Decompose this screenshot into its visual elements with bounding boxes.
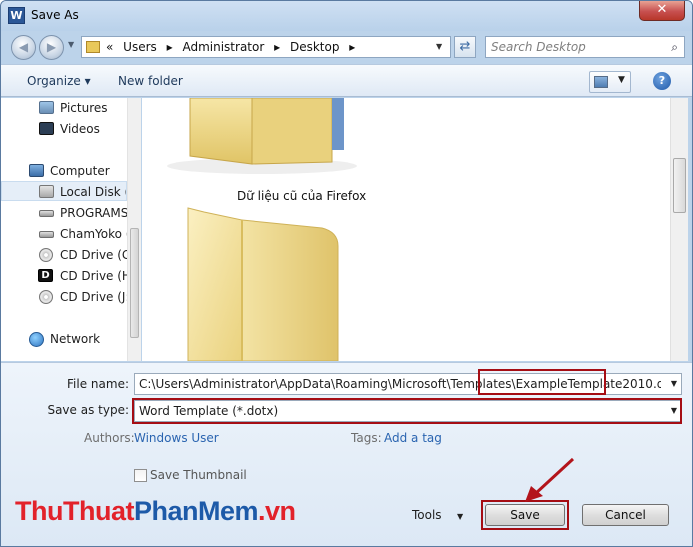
- breadcrumb-overflow[interactable]: «: [106, 40, 113, 54]
- sidebar-item-label: Computer: [50, 164, 110, 178]
- word-app-icon: W: [8, 7, 25, 24]
- chevron-down-icon[interactable]: ▼: [457, 512, 463, 521]
- breadcrumb-separator[interactable]: ▸: [349, 40, 355, 54]
- command-toolbar: Organize ▾ New folder ▼ ?: [1, 64, 692, 97]
- scrollbar-thumb[interactable]: [673, 158, 686, 213]
- filename-highlight-box: [478, 369, 606, 395]
- save-thumbnail-checkbox[interactable]: [134, 469, 147, 482]
- folder-icon: [86, 41, 100, 53]
- sidebar-item-chamyoko[interactable]: ChamYoko (: [1, 224, 127, 244]
- videos-icon: [39, 122, 54, 135]
- refresh-icon: ⇄: [459, 39, 471, 54]
- sidebar-item-label: CD Drive (H:: [60, 269, 127, 283]
- forward-button[interactable]: ▶: [39, 35, 64, 60]
- sidebar-item-local-disk[interactable]: Local Disk (C: [1, 181, 127, 201]
- breadcrumb-separator[interactable]: ▸: [274, 40, 280, 54]
- cd-drive-icon: [39, 248, 53, 262]
- breadcrumb-item-desktop[interactable]: Desktop: [290, 40, 340, 54]
- sidebar-item-label: Pictures: [60, 101, 108, 115]
- save-as-dialog: W Save As ✕ ◀ ▶ ▼ « Users ▸ Administrato…: [0, 0, 693, 547]
- file-list: Dữ liệu cũ của Firefox: [142, 98, 670, 361]
- sidebar-scrollbar[interactable]: [127, 98, 141, 361]
- sidebar-item-label: Videos: [60, 122, 100, 136]
- forward-arrow-icon: ▶: [46, 40, 57, 54]
- sidebar-item-programs[interactable]: PROGRAMS: [1, 203, 127, 223]
- list-item[interactable]: Dữ liệu cũ của Firefox: [142, 98, 382, 203]
- folder-label: Dữ liệu cũ của Firefox: [237, 189, 367, 203]
- chevron-down-icon[interactable]: ▼: [618, 75, 625, 85]
- tags-field[interactable]: Add a tag: [384, 431, 442, 445]
- sidebar-item-cd-drive-j[interactable]: CD Drive (J:): [1, 287, 127, 307]
- save-thumbnail-label[interactable]: Save Thumbnail: [150, 468, 247, 482]
- sidebar-item-cd-drive-g[interactable]: CD Drive (G:: [1, 245, 127, 265]
- folder-icon: [167, 98, 357, 174]
- help-icon[interactable]: ?: [653, 72, 671, 90]
- authors-label: Authors:: [84, 431, 135, 445]
- sidebar-item-cd-drive-h[interactable]: D CD Drive (H:: [1, 266, 127, 286]
- sidebar-item-label: CD Drive (G:: [60, 248, 127, 262]
- organize-button[interactable]: Organize ▾: [27, 74, 91, 88]
- authors-field[interactable]: Windows User: [134, 431, 219, 445]
- view-icon: [594, 76, 608, 88]
- back-button[interactable]: ◀: [11, 35, 36, 60]
- network-icon: [29, 332, 44, 347]
- watermark-logo: ThuThuatPhanMem.vn: [15, 496, 296, 526]
- sidebar-item-videos[interactable]: Videos: [1, 119, 127, 139]
- chevron-down-icon[interactable]: ▼: [671, 379, 677, 388]
- sidebar-item-label: CD Drive (J:): [60, 290, 127, 304]
- navigation-pane: Pictures Videos Computer Local Disk (C P…: [1, 98, 141, 361]
- scrollbar-thumb[interactable]: [130, 228, 139, 338]
- sidebar-item-computer[interactable]: Computer: [1, 161, 127, 181]
- navigation-bar: ◀ ▶ ▼ « Users ▸ Administrator ▸ Desktop …: [1, 31, 692, 63]
- search-box: ⌕: [485, 36, 685, 58]
- change-view-button[interactable]: ▼: [589, 71, 631, 93]
- search-icon[interactable]: ⌕: [671, 40, 678, 55]
- type-highlight-box: [132, 398, 682, 424]
- window-title: Save As: [31, 8, 79, 22]
- sidebar-item-label: Network: [50, 332, 101, 346]
- breadcrumb-item-users[interactable]: Users: [123, 40, 157, 54]
- breadcrumb: « Users ▸ Administrator ▸ Desktop ▸: [106, 40, 361, 54]
- cd-drive-icon: [39, 290, 53, 304]
- save-highlight-box: [481, 500, 569, 530]
- drive-icon: [39, 231, 54, 238]
- back-arrow-icon: ◀: [18, 40, 29, 54]
- address-bar[interactable]: « Users ▸ Administrator ▸ Desktop ▸ ▼: [81, 36, 451, 58]
- sidebar-item-label: Local Disk (C: [60, 185, 126, 199]
- cd-drive-icon: D: [38, 269, 53, 282]
- pictures-icon: [39, 101, 54, 114]
- search-input[interactable]: [486, 37, 656, 57]
- tools-menu-button[interactable]: Tools: [412, 508, 442, 522]
- title-bar: W Save As ✕: [1, 1, 692, 31]
- local-disk-icon: [39, 185, 54, 198]
- address-dropdown-icon[interactable]: ▼: [436, 42, 442, 51]
- file-list-scrollbar[interactable]: [670, 98, 688, 361]
- breadcrumb-item-administrator[interactable]: Administrator: [182, 40, 264, 54]
- breadcrumb-separator[interactable]: ▸: [167, 40, 173, 54]
- refresh-button[interactable]: ⇄: [454, 36, 476, 58]
- sidebar-item-label: ChamYoko (: [60, 227, 127, 241]
- computer-icon: [29, 164, 44, 177]
- drive-icon: [39, 210, 54, 217]
- recent-pages-chevron-icon[interactable]: ▼: [68, 40, 74, 49]
- sidebar-item-pictures[interactable]: Pictures: [1, 98, 127, 118]
- cancel-button[interactable]: Cancel: [582, 504, 669, 526]
- tags-label: Tags:: [351, 431, 382, 445]
- list-item[interactable]: [142, 206, 382, 361]
- close-button[interactable]: ✕: [639, 1, 685, 21]
- sidebar-item-network[interactable]: Network: [1, 329, 127, 349]
- sidebar-item-label: PROGRAMS: [60, 206, 127, 220]
- file-name-label: File name:: [67, 377, 129, 391]
- save-as-type-label: Save as type:: [47, 403, 129, 417]
- folder-icon: [187, 207, 339, 361]
- new-folder-button[interactable]: New folder: [118, 74, 183, 88]
